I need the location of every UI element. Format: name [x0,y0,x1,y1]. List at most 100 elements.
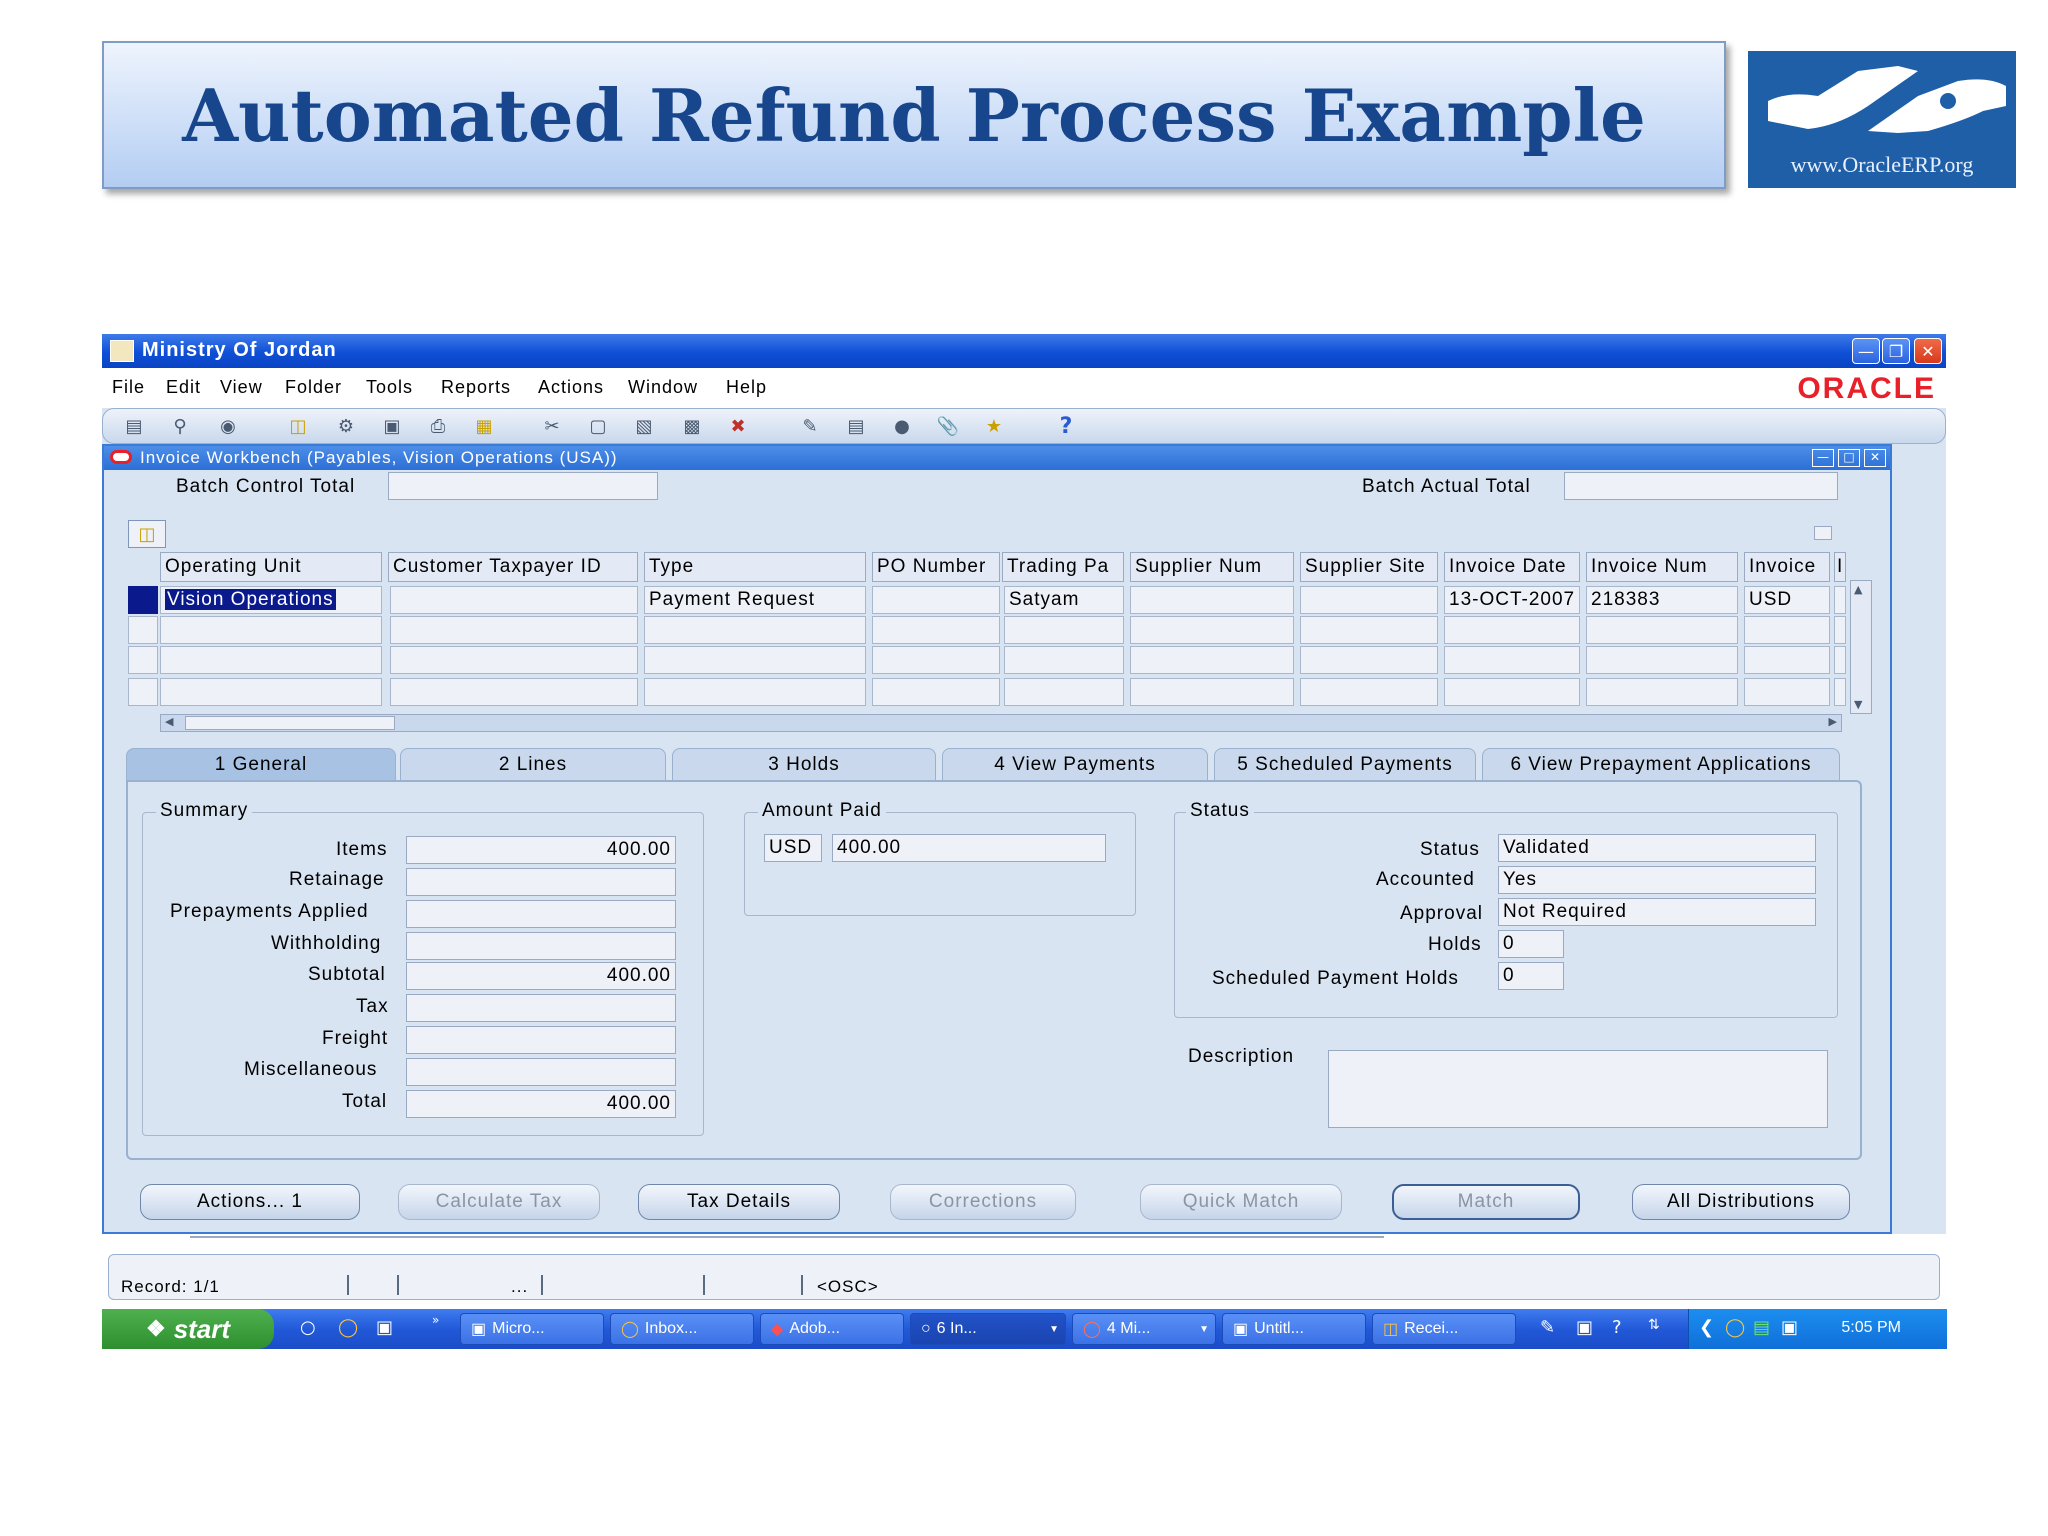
zoom-icon[interactable]: ▦ [471,414,497,438]
folder-open-icon[interactable]: ◫ [128,520,166,548]
tray-outlook-icon[interactable]: ◯ [1725,1317,1745,1338]
task-receipts-folder[interactable]: ◫ Recei... [1372,1313,1516,1345]
subtotal-field[interactable]: 400.00 [406,962,676,990]
cell-operating-unit[interactable] [160,646,382,674]
col-supplier-site[interactable]: Supplier Site [1300,552,1438,582]
vertical-scrollbar[interactable]: ▲ ▼ [1850,580,1872,714]
row-selector[interactable] [128,678,158,706]
items-field[interactable]: 400.00 [406,836,676,864]
cell-customer-taxpayer-id[interactable] [390,616,638,644]
amount-paid-currency-field[interactable]: USD [764,834,822,862]
tax-field[interactable] [406,994,676,1022]
folder-tools-icon[interactable]: ● [889,414,915,438]
cell-type[interactable] [644,616,866,644]
cell-po-number[interactable] [872,616,1000,644]
cell-supplier-site[interactable] [1300,586,1438,614]
prepayments-applied-field[interactable] [406,900,676,928]
form-close-icon[interactable]: ✕ [1864,449,1886,467]
match-button[interactable]: Match [1392,1184,1580,1220]
cell-more[interactable] [1834,646,1846,674]
form-minimize-icon[interactable]: — [1812,449,1834,467]
menu-folder[interactable]: Folder [285,377,342,398]
delete-record-icon[interactable]: ✖ [725,414,751,438]
col-customer-taxpayer-id[interactable]: Customer Taxpayer ID [388,552,638,582]
attachments-icon[interactable]: 📎 [935,414,961,438]
cell-operating-unit[interactable] [160,678,382,706]
scroll-down-icon[interactable]: ▼ [1854,698,1862,711]
help-tray-icon[interactable]: ? [1612,1317,1622,1338]
cell-trading-partner[interactable] [1004,678,1124,706]
clear-record-icon[interactable]: ▩ [679,414,705,438]
cell-more[interactable] [1834,616,1846,644]
copy-icon[interactable]: ▢ [585,414,611,438]
cell-more[interactable] [1834,586,1846,614]
task-untitled[interactable]: ▣ Untitl... [1222,1313,1366,1345]
cut-icon[interactable]: ✂ [539,414,565,438]
row-selector[interactable] [128,646,158,674]
cell-supplier-num[interactable] [1130,646,1294,674]
tab-lines[interactable]: 2 Lines [400,748,666,780]
status-field[interactable]: Validated [1498,834,1816,862]
cell-invoice-date[interactable] [1444,646,1580,674]
menu-view[interactable]: View [220,377,263,398]
print-icon[interactable]: ⎙ [425,414,451,438]
row-selector-current[interactable] [128,586,158,614]
batch-actual-total-field[interactable] [1564,472,1838,500]
miscellaneous-field[interactable] [406,1058,676,1086]
tab-view-prepayment-applications[interactable]: 6 View Prepayment Applications [1482,748,1840,780]
monitor-icon[interactable]: ▣ [1576,1317,1593,1338]
col-type[interactable]: Type [644,552,866,582]
tab-scheduled-payments[interactable]: 5 Scheduled Payments [1214,748,1476,780]
save-icon[interactable]: ▣ [379,414,405,438]
batch-control-total-field[interactable] [388,472,658,500]
col-invoice-date[interactable]: Invoice Date [1444,552,1580,582]
form-title-bar[interactable]: Invoice Workbench (Payables, Vision Oper… [104,446,1890,470]
col-trading-partner[interactable]: Trading Pa [1002,552,1124,582]
cell-customer-taxpayer-id[interactable] [390,586,638,614]
scheduled-payment-holds-field[interactable]: 0 [1498,962,1564,990]
cell-customer-taxpayer-id[interactable] [390,678,638,706]
close-icon[interactable]: ✕ [1914,338,1942,364]
cell-invoice-currency[interactable] [1744,616,1830,644]
tab-holds[interactable]: 3 Holds [672,748,936,780]
task-internet-explorer-group[interactable]: ○ 6 In... ▼ [910,1313,1066,1345]
tray-activity-icon[interactable]: ▤ [1753,1317,1770,1338]
menu-reports[interactable]: Reports [441,377,511,398]
minimize-icon[interactable]: — [1852,338,1880,364]
cell-invoice-currency[interactable] [1744,678,1830,706]
block-checkbox[interactable] [1814,526,1832,540]
outlook-quicklaunch-icon[interactable]: ◯ [338,1317,358,1338]
cell-supplier-site[interactable] [1300,616,1438,644]
menu-file[interactable]: File [112,377,145,398]
horizontal-scrollbar[interactable]: ◀ ▶ [160,714,1842,732]
navigator-icon[interactable]: ◉ [215,414,241,438]
cell-supplier-num[interactable] [1130,616,1294,644]
help-icon[interactable]: ? [1053,414,1079,439]
cell-invoice-num[interactable] [1586,678,1738,706]
task-adobe[interactable]: ◆ Adob... [760,1313,904,1345]
menu-edit[interactable]: Edit [166,377,201,398]
cell-customer-taxpayer-id[interactable] [390,646,638,674]
cell-invoice-num[interactable]: 218383 [1586,586,1738,614]
col-invoice-num[interactable]: Invoice Num [1586,552,1738,582]
corrections-button[interactable]: Corrections [890,1184,1076,1220]
menu-actions[interactable]: Actions [538,377,604,398]
tab-general[interactable]: 1 General [126,748,396,780]
cell-trading-partner[interactable] [1004,646,1124,674]
holds-field[interactable]: 0 [1498,930,1564,958]
translations-icon[interactable]: ▤ [843,414,869,438]
cell-type[interactable] [644,678,866,706]
open-folder-icon[interactable]: ◫ [285,414,311,438]
desktop-quicklaunch-icon[interactable]: ▣ [376,1317,393,1338]
quick-match-button[interactable]: Quick Match [1140,1184,1342,1220]
tab-view-payments[interactable]: 4 View Payments [942,748,1208,780]
actions-button[interactable]: Actions... 1 [140,1184,360,1220]
task-microsoft[interactable]: ▣ Micro... [460,1313,604,1345]
calculate-tax-button[interactable]: Calculate Tax [398,1184,600,1220]
cell-invoice-currency[interactable] [1744,646,1830,674]
settings-icon[interactable]: ⚙ [333,414,359,438]
cell-trading-partner[interactable] [1004,616,1124,644]
col-invoice-currency[interactable]: Invoice [1744,552,1830,582]
task-inbox[interactable]: ◯ Inbox... [610,1313,754,1345]
row-selector[interactable] [128,616,158,644]
